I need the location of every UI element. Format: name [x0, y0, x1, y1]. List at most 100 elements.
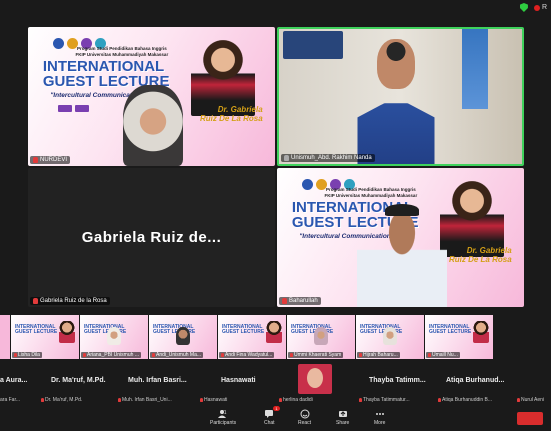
mic-off-icon: [359, 353, 362, 357]
thumb-label: Andi_Unismuh Ma...: [150, 352, 204, 358]
security-shield-icon[interactable]: [519, 3, 528, 12]
thumb-name: Hijrah Baharu...: [363, 352, 398, 358]
tile-name: Baharullah: [289, 298, 318, 304]
participant-sub: Muh. Irfan Basri_Uni...: [118, 397, 172, 403]
leave-button[interactable]: [517, 412, 543, 425]
participant-display-name: Gabriela Ruiz de...: [81, 229, 222, 246]
participants-row: a Aura... Dr. Ma'ruf, M.Pd. Muh. Irfan B…: [0, 373, 551, 407]
tile-name-tag: Baharullah: [279, 297, 321, 305]
mic-off-icon: [41, 398, 44, 402]
participant-title[interactable]: Hasnawati: [221, 377, 256, 384]
thumb-name: Umaill Nu...: [432, 352, 458, 358]
more-label: More: [374, 420, 386, 426]
participant-sub-name: ara Far...: [0, 397, 21, 403]
filmstrip-thumb[interactable]: INTERNATIONAL GUEST LECTURE Lisha Dila: [11, 315, 79, 359]
participant-webcam: [123, 85, 183, 166]
mic-off-icon: [438, 398, 441, 402]
participants-count: 51: [221, 410, 227, 416]
filmstrip-thumb-partial[interactable]: [0, 315, 10, 359]
participant-sub-name: Thayba Tatimmatur...: [363, 397, 410, 403]
mini-poster-title: INTERNATIONAL GUEST LECTURE: [222, 324, 265, 335]
participant-face: [314, 327, 328, 345]
tile-name: Unismuh_Abd. Rakhim Nanda: [291, 155, 372, 161]
filmstrip-thumb[interactable]: INTERNATIONAL GUEST LECTURE Umaill Nu...: [425, 315, 493, 359]
participant-title[interactable]: a Aura...: [0, 377, 27, 384]
mic-off-icon: [428, 353, 431, 357]
mic-off-icon: [359, 398, 362, 402]
mic-off-icon: [200, 398, 203, 402]
chat-icon: [265, 410, 274, 418]
video-tile-unismuh[interactable]: Unismuh_Abd. Rakhim Nanda: [277, 27, 524, 166]
smiley-icon: [300, 409, 310, 419]
tile-name-tag: Unismuh_Abd. Rakhim Nanda: [281, 154, 375, 162]
participant-sub: ara Far...: [0, 397, 20, 403]
mic-off-icon: [517, 398, 520, 402]
participant-sub: Hasnawati: [200, 397, 227, 403]
participant-hair: [385, 204, 419, 216]
video-tile-gabriela[interactable]: Gabriela Ruiz de... Gabriela Ruiz de la …: [28, 168, 275, 307]
more-icon: [375, 413, 384, 415]
tile-name-tag: Gabriela Ruiz de la Rosa: [30, 297, 110, 305]
poster-program: Program Studi Pendidikan Bahasa Inggris …: [75, 46, 169, 57]
mic-off-icon: [290, 353, 293, 357]
meeting-toolbar: 51 Participants 1 Chat React Share More: [0, 406, 551, 431]
thumb-name: Ariana_PBI Unismuh ...: [87, 352, 139, 358]
background-banner: [462, 29, 488, 109]
recording-dot-icon: [533, 4, 540, 11]
poster-speaker-name: Dr. Gabriela Ruiz De La Rosa: [200, 105, 263, 123]
poster-speaker-name: Dr. Gabriela Ruiz De La Rosa: [449, 246, 512, 264]
participant-title[interactable]: Atiqa Burhanud...: [446, 377, 504, 384]
participant-webcam: [357, 204, 447, 307]
video-tile-nurdevi[interactable]: Program Studi Pendidikan Bahasa Inggris …: [28, 27, 275, 166]
mini-speaker-photo: [266, 321, 282, 343]
react-label: React: [298, 420, 312, 426]
tile-name: NURDEVI: [40, 157, 68, 163]
participant-title[interactable]: Dr. Ma'ruf, M.Pd.: [51, 377, 106, 384]
mic-off-icon: [279, 398, 282, 402]
thumb-name: Andi Fina Wadyatul...: [225, 352, 273, 358]
thumb-name: Lisha Dila: [18, 352, 40, 358]
more-button[interactable]: More: [374, 409, 385, 426]
participant-sub-name: Hasnawati: [204, 397, 228, 403]
participants-button[interactable]: 51 Participants: [210, 409, 236, 426]
mic-off-icon: [83, 353, 86, 357]
filmstrip-thumb[interactable]: INTERNATIONAL GUEST LECTURE Ummi Khaerati…: [287, 315, 355, 359]
filmstrip-thumb[interactable]: INTERNATIONAL GUEST LECTURE Andi Fina Wad…: [218, 315, 286, 359]
filmstrip-thumb[interactable]: INTERNATIONAL GUEST LECTURE Andi_Unismuh …: [149, 315, 217, 359]
video-tile-baharullah[interactable]: Program Studi Pendidikan Bahasa Inggris …: [277, 168, 524, 307]
calendar-icon: [57, 104, 72, 112]
mic-off-icon: [14, 353, 17, 357]
mini-speaker-photo: [473, 321, 489, 343]
clock-icon: [74, 104, 89, 112]
participants-label: Participants: [210, 420, 237, 426]
participant-face: [176, 327, 190, 345]
thumb-label: Hijrah Baharu...: [357, 352, 400, 358]
mic-off-icon: [33, 298, 38, 304]
react-button[interactable]: React: [298, 409, 311, 426]
participant-sub-name: Muh. Irfan Basri_Uni...: [122, 397, 172, 403]
recording-indicator[interactable]: R: [533, 4, 547, 11]
participant-sub: Atiqa Burhanuddin B...: [438, 397, 492, 403]
participant-face: [383, 327, 397, 345]
filmstrip-thumb[interactable]: INTERNATIONAL GUEST LECTURE Hijrah Baharu…: [356, 315, 424, 359]
tile-name-tag: NURDEVI: [30, 156, 71, 164]
mini-poster-title: INTERNATIONAL GUEST LECTURE: [429, 324, 472, 335]
participant-sub-name: Atiqa Burhanuddin B...: [442, 397, 493, 403]
filmstrip-thumb[interactable]: INTERNATIONAL GUEST LECTURE Ariana_PBI Un…: [80, 315, 148, 359]
participant-title[interactable]: Muh. Irfan Basri...: [128, 377, 187, 384]
participant-title[interactable]: Thayba Tatimm...: [369, 377, 426, 384]
chat-label: Chat: [264, 420, 275, 426]
participant-sub-name: Nurul Aeni: [521, 397, 545, 403]
mini-poster-title: INTERNATIONAL GUEST LECTURE: [15, 324, 58, 335]
poster-meta: [57, 104, 89, 112]
share-screen-icon: [338, 411, 347, 417]
poster-program: Program Studi Pendidikan Bahasa Inggris …: [324, 187, 418, 198]
share-button[interactable]: Share: [336, 409, 349, 426]
thumb-name: Ummi Khaerati Syam: [294, 352, 342, 358]
chat-button[interactable]: 1 Chat: [264, 406, 280, 426]
thumb-label: Ummi Khaerati Syam: [288, 352, 344, 358]
filmstrip: INTERNATIONAL GUEST LECTURE Lisha Dila IN…: [0, 315, 551, 359]
chat-badge: 1: [273, 406, 280, 411]
participant-avatar[interactable]: [298, 364, 332, 394]
participant-face: [107, 327, 121, 345]
